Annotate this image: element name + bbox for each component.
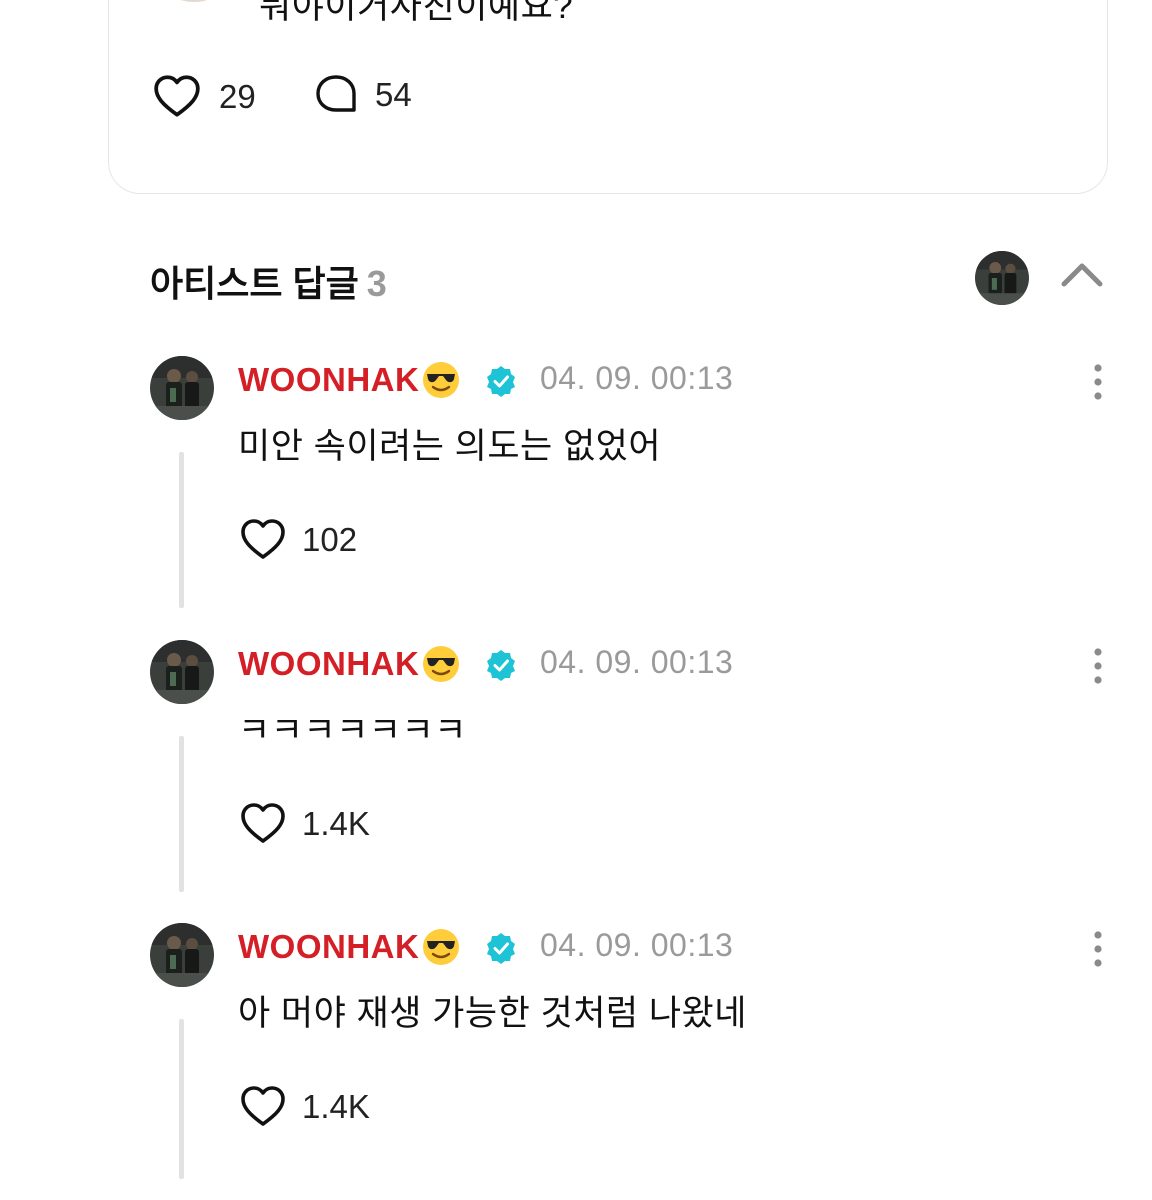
heart-icon <box>151 72 203 122</box>
post-author-avatar[interactable] <box>151 0 237 2</box>
reply-like-button[interactable]: 102 <box>238 516 357 564</box>
sunglasses-emoji-icon <box>423 362 460 398</box>
reply-timestamp: 04. 09. 00:13 <box>540 927 734 963</box>
reply-like-count: 1.4K <box>302 805 370 842</box>
reply-like-button[interactable]: 1.4K <box>238 1083 370 1131</box>
reply-like-count: 102 <box>302 521 358 558</box>
post-comment-count: 54 <box>375 76 412 113</box>
heart-icon <box>238 800 288 848</box>
thread-line <box>179 736 184 892</box>
chevron-up-icon[interactable] <box>1058 258 1106 290</box>
reply-author[interactable]: WOONHAK <box>238 927 461 967</box>
more-vertical-icon[interactable] <box>1088 646 1108 686</box>
avatar[interactable] <box>150 356 214 420</box>
artist-avatar-summary[interactable] <box>975 251 1029 305</box>
reply-text: ㅋㅋㅋㅋㅋㅋㅋ <box>238 711 467 750</box>
reply-author[interactable]: WOONHAK <box>238 644 461 684</box>
artist-replies-count: 3 <box>366 263 387 304</box>
thread-line <box>179 452 184 608</box>
verified-badge-icon <box>487 933 515 964</box>
reply-timestamp: 04. 09. 00:13 <box>540 360 734 396</box>
avatar[interactable] <box>150 923 214 987</box>
reply-like-button[interactable]: 1.4K <box>238 800 370 848</box>
sunglasses-emoji-icon <box>423 646 460 682</box>
heart-icon <box>238 516 288 564</box>
artist-replies-header: 아티스트 답글 3 <box>150 255 387 307</box>
post-like-button[interactable]: 29 <box>151 72 256 122</box>
post-comment-button[interactable]: 54 <box>313 72 412 118</box>
reply-author-name: WOONHAK <box>238 645 420 682</box>
reply-author-name: WOONHAK <box>238 928 420 965</box>
comment-bubble-icon <box>316 75 356 112</box>
reply-author[interactable]: WOONHAK <box>238 360 461 400</box>
thread-line <box>179 1019 184 1179</box>
heart-icon <box>238 1083 288 1131</box>
post-like-count: 29 <box>219 78 256 115</box>
more-vertical-icon[interactable] <box>1088 362 1108 402</box>
reply-text: 아 머야 재생 가능한 것처럼 나왔네 <box>238 994 747 1033</box>
verified-badge-icon <box>487 650 515 681</box>
reply-text: 미안 속이려는 의도는 없었어 <box>238 427 662 466</box>
more-vertical-icon[interactable] <box>1088 929 1108 969</box>
post-card: 뭐야이거사진이예요? 29 54 <box>108 0 1108 194</box>
artist-replies-title: 아티스트 답글 <box>150 263 359 304</box>
reply-author-name: WOONHAK <box>238 361 420 398</box>
sunglasses-emoji-icon <box>423 929 460 965</box>
avatar[interactable] <box>150 640 214 704</box>
reply-like-count: 1.4K <box>302 1088 370 1125</box>
verified-badge-icon <box>487 366 515 397</box>
reply-timestamp: 04. 09. 00:13 <box>540 644 734 680</box>
post-text: 뭐야이거사진이예요? <box>259 0 574 26</box>
